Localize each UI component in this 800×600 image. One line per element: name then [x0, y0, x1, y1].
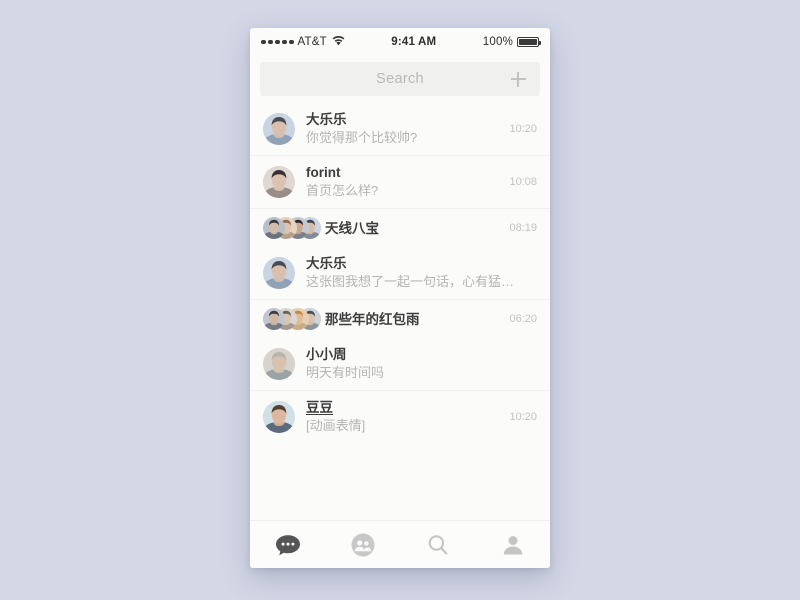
group-avatar	[263, 217, 285, 239]
group-row-text: 那些年的红包雨	[325, 311, 501, 328]
chat-row-text: 大乐乐这张图我想了一起一句话，心有猛…	[306, 255, 529, 291]
chat-timestamp: 10:08	[509, 176, 537, 188]
chat-list[interactable]: 大乐乐 你觉得那个比较帅? 10:20 forint 首页怎么样? 10:08 天线八宝 08…	[250, 103, 550, 520]
chat-section: 那些年的红包雨 06:20 小小周明天有时间吗	[250, 299, 550, 390]
wifi-icon	[332, 35, 345, 49]
group-row[interactable]: 天线八宝 08:19	[250, 209, 550, 247]
status-bar-right: 100%	[482, 36, 541, 48]
group-name: 天线八宝	[325, 220, 379, 236]
chat-preview: [动画表情]	[306, 418, 366, 433]
tab-me[interactable]	[475, 521, 550, 568]
status-bar-time: 9:41 AM	[391, 36, 437, 48]
chat-row[interactable]: 小小周 明天有时间吗	[250, 338, 550, 390]
contacts-icon	[351, 533, 375, 557]
battery-full-icon	[517, 37, 541, 47]
group-name: 那些年的红包雨	[325, 311, 420, 327]
chat-row[interactable]: 大乐乐这张图我想了一起一句话，心有猛…	[250, 247, 550, 299]
chat-name: 豆豆	[306, 400, 333, 415]
avatar	[263, 348, 295, 380]
chat-row[interactable]: 豆豆 [动画表情] 10:20	[250, 391, 550, 443]
group-avatar	[263, 308, 285, 330]
chat-preview: 明天有时间吗	[306, 365, 385, 380]
avatar	[263, 401, 295, 433]
chat-row-text: 豆豆 [动画表情]	[306, 399, 501, 435]
status-bar-left: AT&T	[261, 35, 345, 49]
battery-percent-label: 100%	[482, 36, 513, 48]
chat-row[interactable]: forint 首页怎么样? 10:08	[250, 156, 550, 208]
chat-timestamp: 10:20	[509, 123, 537, 135]
tab-bar	[250, 520, 550, 568]
chat-row-text: forint 首页怎么样?	[306, 164, 501, 200]
carrier-label: AT&T	[297, 36, 327, 48]
chat-row-text: 小小周 明天有时间吗	[306, 346, 529, 382]
chat-row[interactable]: 大乐乐你觉得那个比较帅? 10:20	[250, 103, 550, 155]
add-button[interactable]	[496, 62, 540, 96]
chat-section: 豆豆 [动画表情] 10:20	[250, 390, 550, 443]
search-icon	[426, 533, 450, 557]
chat-preview: 你觉得那个比较帅?	[306, 130, 418, 145]
search-bar: Search	[250, 56, 550, 103]
chat-name: 大乐乐	[306, 112, 347, 127]
chat-section: 天线八宝 08:19 大乐乐这张图我想了一起一句话，心有猛…	[250, 208, 550, 299]
chat-name: 小小周	[306, 347, 347, 362]
avatar	[263, 257, 295, 289]
group-avatar-stack	[263, 217, 321, 239]
avatar	[263, 113, 295, 145]
group-row[interactable]: 那些年的红包雨 06:20	[250, 300, 550, 338]
group-row-text: 天线八宝	[325, 220, 501, 237]
profile-icon	[501, 533, 525, 557]
tab-contacts[interactable]	[325, 521, 400, 568]
chat-preview: 首页怎么样?	[306, 183, 379, 198]
search-placeholder: Search	[376, 71, 424, 87]
status-bar: AT&T 9:41 AM 100%	[250, 28, 550, 56]
tab-chats[interactable]	[250, 521, 325, 568]
signal-dots-icon	[261, 39, 294, 45]
chat-section: 大乐乐你觉得那个比较帅? 10:20	[250, 103, 550, 155]
group-timestamp: 06:20	[509, 313, 537, 325]
chat-section: forint 首页怎么样? 10:08	[250, 155, 550, 208]
chat-row-text: 大乐乐你觉得那个比较帅?	[306, 111, 501, 147]
chat-name: forint	[306, 165, 341, 180]
chat-bubble-icon	[275, 534, 301, 556]
chat-timestamp: 10:20	[509, 411, 537, 423]
search-input[interactable]: Search	[260, 62, 540, 96]
chat-preview: 这张图我想了一起一句话，心有猛…	[306, 274, 515, 289]
phone-screen: AT&T 9:41 AM 100% Search 大乐乐 你觉得那个比较帅? 10:…	[250, 28, 550, 568]
tab-discover[interactable]	[400, 521, 475, 568]
avatar	[263, 166, 295, 198]
group-timestamp: 08:19	[509, 222, 537, 234]
chat-name: 大乐乐	[306, 256, 347, 271]
plus-icon	[510, 71, 526, 87]
group-avatar-stack	[263, 308, 321, 330]
